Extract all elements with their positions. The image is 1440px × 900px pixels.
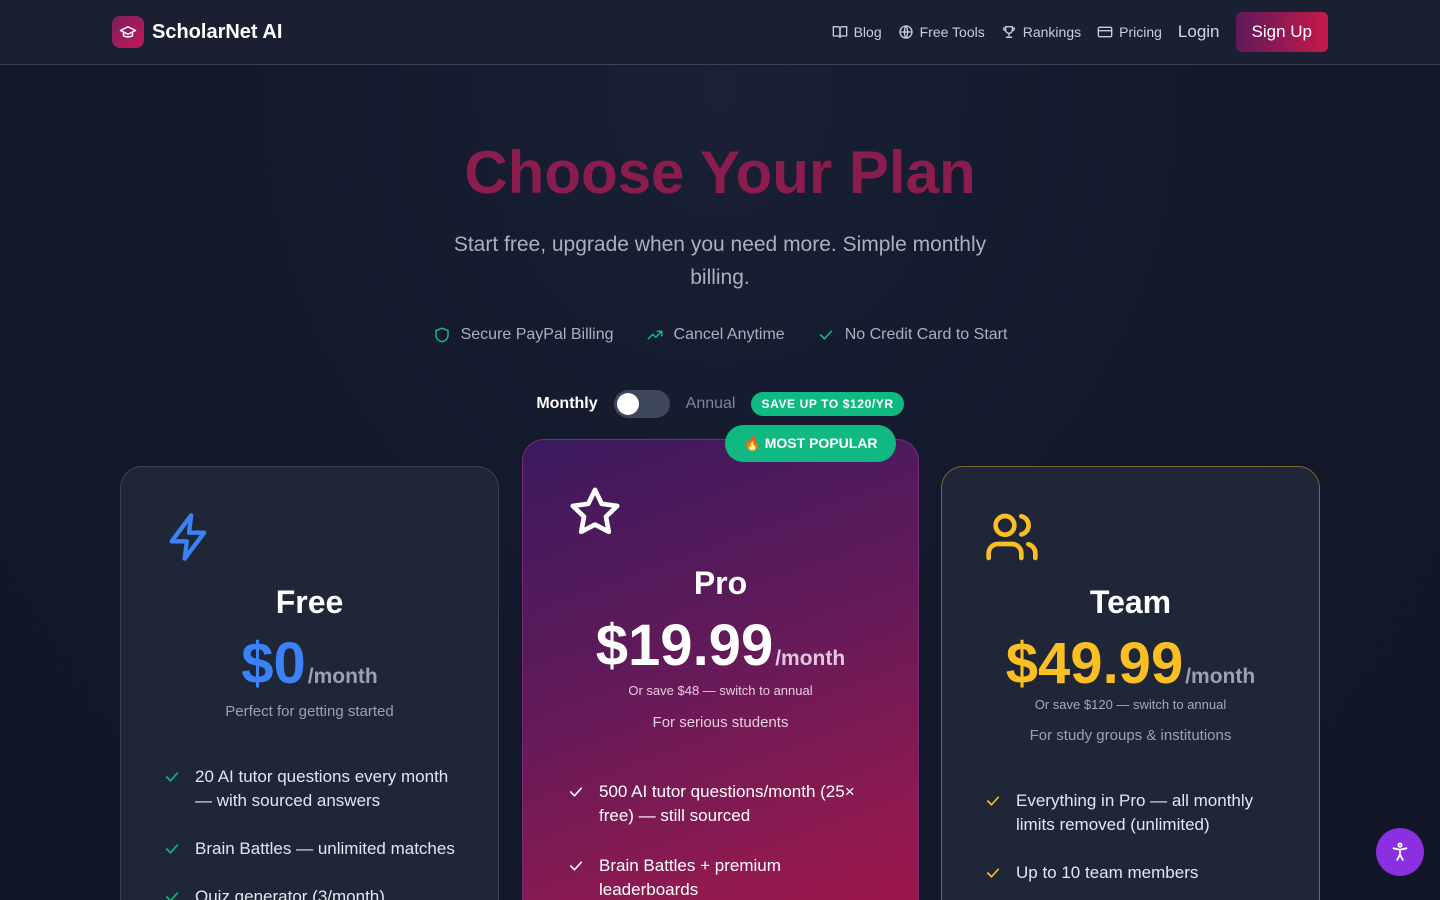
users-icon [986, 513, 1038, 561]
most-popular-badge: 🔥 MOST POPULAR [725, 425, 896, 462]
feature-item: 500 AI tutor questions/month (25× free) … [567, 780, 867, 828]
feature-text: 500 AI tutor questions/month (25× free) … [599, 782, 855, 825]
price-team: $49.99 [1005, 631, 1184, 696]
plan-card-pro: Pro $19.99 /month Or save $48 — switch t… [522, 439, 919, 900]
trust-no-credit-card: No Credit Card to Start [817, 326, 1008, 344]
credit-card-icon [1097, 26, 1113, 38]
accessibility-icon [1392, 842, 1408, 861]
check-icon [165, 844, 179, 854]
feature-item: Quiz generator (3/month) [163, 885, 463, 900]
feature-text: Brain Battles — unlimited matches [195, 839, 455, 858]
book-icon [832, 26, 847, 38]
signup-button[interactable]: Sign Up [1235, 12, 1328, 52]
page-title: Choose Your Plan [464, 139, 976, 206]
check-icon [819, 330, 832, 340]
accessibility-button[interactable] [1376, 828, 1424, 876]
billing-annual-label[interactable]: Annual [686, 395, 736, 413]
plan-name-team: Team [1089, 584, 1172, 620]
save-badge: SAVE UP TO $120/YR [751, 392, 904, 416]
trust-cancel-anytime: Cancel Anytime [646, 326, 785, 344]
billing-toggle-switch[interactable] [613, 390, 670, 418]
feature-item: Brain Battles + premium leaderboards [567, 854, 867, 900]
nav-free-tools-label: Free Tools [919, 24, 985, 40]
main-nav: Blog Free Tools Rankings Pricing Login S… [816, 12, 1328, 52]
save-note-team: Or save $120 — switch to annual [1034, 697, 1227, 712]
price-pro: $19.99 [595, 613, 774, 678]
features-team: Everything in Pro — all monthly limits r… [984, 789, 1274, 885]
toggle-knob [616, 393, 639, 415]
check-icon [165, 892, 179, 900]
trending-up-icon [647, 330, 663, 340]
features-free: 20 AI tutor questions every month — with… [163, 765, 463, 900]
plan-name-free: Free [275, 584, 344, 620]
feature-item: Up to 10 team members [984, 861, 1274, 885]
feature-text: 20 AI tutor questions every month — with… [195, 767, 449, 810]
feature-text: Brain Battles + premium leaderboards [599, 856, 781, 899]
lightning-icon [169, 513, 207, 561]
price-row-team: $49.99 /month [942, 630, 1319, 697]
per-month-pro: /month [775, 647, 846, 670]
feature-item: Everything in Pro — all monthly limits r… [984, 789, 1274, 837]
feature-text: Up to 10 team members [1016, 863, 1199, 882]
per-month-free: /month [307, 665, 378, 688]
features-pro: 500 AI tutor questions/month (25× free) … [567, 780, 867, 900]
check-icon [986, 868, 1000, 878]
nav-rankings-label: Rankings [1022, 24, 1082, 40]
feature-item: Brain Battles — unlimited matches [163, 837, 463, 861]
plan-card-team: Team $49.99 /month Or save $120 — switch… [941, 466, 1320, 900]
top-nav-bar: ScholarNet AI Blog Free Tools Rankings P… [0, 0, 1440, 65]
price-free: $0 [241, 631, 306, 696]
price-row-pro: $19.99 /month [523, 612, 918, 679]
tagline-pro: For serious students [652, 714, 789, 731]
price-row-free: $0 /month [121, 630, 498, 697]
brand-name: ScholarNet AI [152, 20, 283, 43]
globe-icon [898, 25, 913, 39]
check-icon [569, 787, 583, 797]
shield-icon [434, 327, 449, 343]
billing-toggle-row: Monthly Annual SAVE UP TO $120/YR [0, 390, 1440, 418]
nav-blog-label: Blog [853, 24, 882, 40]
feature-text: Everything in Pro — all monthly limits r… [1016, 791, 1254, 834]
plan-name-pro: Pro [693, 565, 748, 601]
trust-cancel-anytime-label: Cancel Anytime [673, 326, 785, 343]
star-icon [570, 487, 620, 535]
check-icon [165, 772, 179, 782]
billing-monthly-label[interactable]: Monthly [536, 395, 597, 413]
trophy-icon [1002, 26, 1015, 38]
nav-rankings[interactable]: Rankings [1001, 24, 1081, 40]
plan-card-free: Free $0 /month Perfect for getting start… [120, 466, 499, 900]
tagline-team: For study groups & institutions [1029, 727, 1232, 744]
page-subtitle: Start free, upgrade when you need more. … [453, 233, 987, 289]
brand-logo[interactable]: ScholarNet AI [112, 16, 282, 48]
nav-pricing-label: Pricing [1119, 24, 1162, 40]
nav-blog[interactable]: Blog [832, 24, 882, 40]
nav-free-tools[interactable]: Free Tools [898, 24, 985, 40]
trust-badges: Secure PayPal Billing Cancel Anytime No … [0, 326, 1440, 344]
tagline-free: Perfect for getting started [225, 703, 394, 720]
feature-item: 20 AI tutor questions every month — with… [163, 765, 463, 813]
check-icon [569, 861, 583, 871]
graduation-cap-icon [112, 16, 144, 48]
per-month-team: /month [1185, 665, 1256, 688]
login-link[interactable]: Login [1178, 22, 1220, 42]
trust-secure-billing: Secure PayPal Billing [433, 326, 614, 344]
check-icon [986, 796, 1000, 806]
feature-text: Quiz generator (3/month) [195, 887, 385, 900]
trust-secure-billing-label: Secure PayPal Billing [460, 326, 614, 343]
save-note-pro: Or save $48 — switch to annual [628, 683, 813, 698]
trust-no-credit-card-label: No Credit Card to Start [844, 326, 1008, 343]
nav-pricing[interactable]: Pricing [1097, 24, 1162, 40]
